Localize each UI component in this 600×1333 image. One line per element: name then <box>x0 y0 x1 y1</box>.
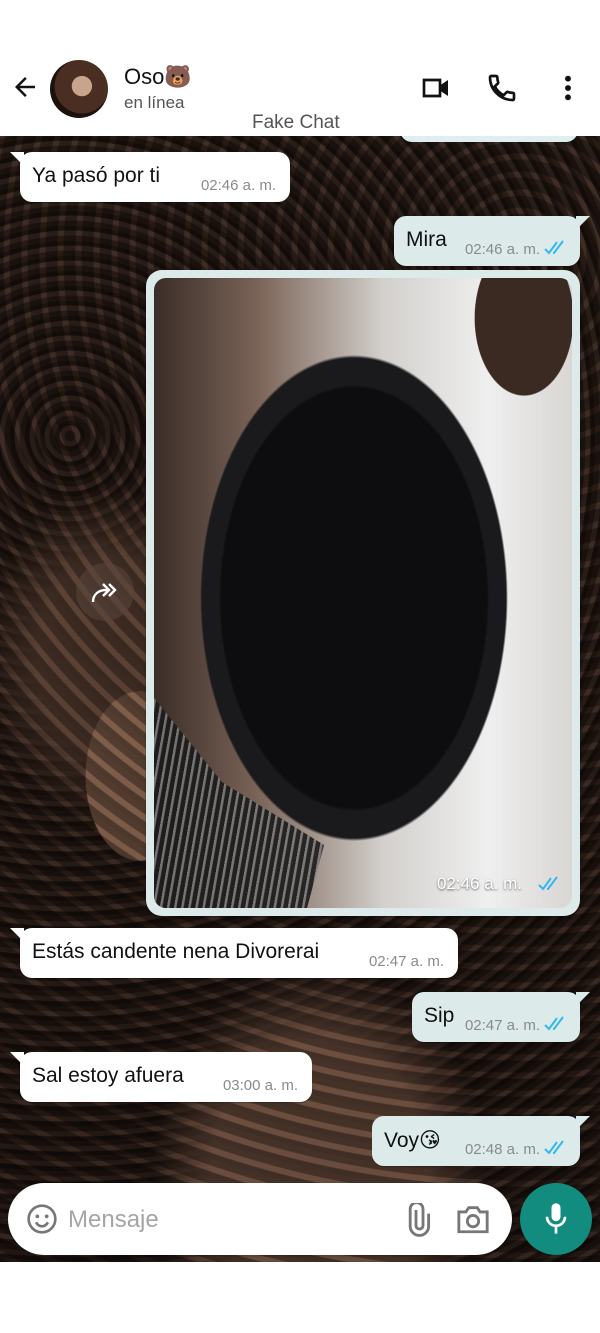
contact-name[interactable]: Oso🐻 <box>124 64 192 90</box>
contact-status: en línea <box>124 93 185 112</box>
message-time: 02:48 a. m. <box>464 1141 540 1158</box>
chat-background[interactable]: Ya pasó por ti 02:46 a. m. Mira 02:46 a.… <box>0 136 600 1262</box>
image-attachment[interactable] <box>154 278 572 908</box>
message-composer <box>8 1183 512 1255</box>
message-time: 02:46 a. m. <box>464 241 540 258</box>
forward-icon <box>91 583 117 603</box>
phone-icon[interactable] <box>486 72 518 104</box>
message-bubble-incoming[interactable]: Estás candente nena Divorerai 02:47 a. m… <box>10 928 458 978</box>
more-vert-icon[interactable] <box>552 72 584 104</box>
previous-message-bubble[interactable] <box>400 136 578 142</box>
message-bubble-incoming[interactable]: Ya pasó por ti 02:46 a. m. <box>10 152 290 202</box>
read-receipt-icon <box>544 1140 564 1155</box>
message-time: 02:46 a. m. <box>436 874 522 893</box>
read-receipt-icon <box>544 240 564 255</box>
message-bubble-outgoing[interactable]: Mira 02:46 a. m. <box>394 216 590 266</box>
message-text: Estás candente nena Divorerai <box>32 940 320 963</box>
message-bubble-outgoing[interactable]: Sip 02:47 a. m. <box>412 992 590 1042</box>
video-call-icon[interactable] <box>420 72 452 104</box>
voice-message-button[interactable] <box>520 1183 592 1255</box>
image-message-bubble[interactable]: 02:46 a. m. <box>146 270 580 916</box>
message-text: Sal estoy afuera <box>32 1064 184 1087</box>
avatar[interactable] <box>50 60 108 118</box>
message-text: Mira <box>406 228 447 251</box>
camera-icon[interactable] <box>456 1203 490 1235</box>
message-text: Voy😘 <box>384 1129 441 1152</box>
message-input[interactable] <box>66 1199 390 1241</box>
watermark: Fake Chat <box>252 112 340 133</box>
message-time: 02:46 a. m. <box>200 177 276 194</box>
message-time: 02:47 a. m. <box>464 1017 540 1034</box>
forward-button[interactable] <box>76 563 134 621</box>
arrow-left-icon[interactable] <box>10 72 40 102</box>
read-receipt-icon <box>544 1016 564 1031</box>
read-receipt-icon <box>538 876 558 891</box>
microphone-icon <box>545 1203 567 1234</box>
message-bubble-outgoing[interactable]: Voy😘 02:48 a. m. <box>372 1116 590 1166</box>
message-text: Sip <box>424 1004 455 1027</box>
message-bubble-incoming[interactable]: Sal estoy afuera 03:00 a. m. <box>10 1052 312 1102</box>
message-time: 03:00 a. m. <box>222 1077 298 1094</box>
paperclip-icon[interactable] <box>400 1203 434 1237</box>
message-time: 02:47 a. m. <box>368 953 444 970</box>
emoji-icon[interactable] <box>26 1203 58 1235</box>
message-text: Ya pasó por ti <box>32 164 161 187</box>
chat-header: Oso🐻 en línea Fake Chat <box>0 0 600 136</box>
